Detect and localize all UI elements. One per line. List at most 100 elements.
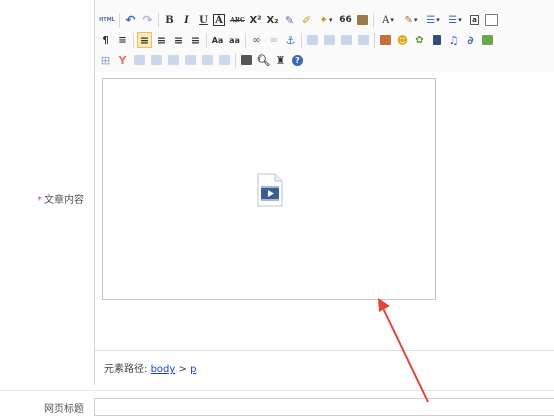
select-all-button[interactable]: a [467, 12, 482, 28]
smiley-icon: ☻ [396, 33, 409, 47]
content-label-text: 文章内容 [44, 195, 84, 206]
blockquote-button[interactable]: 66 [338, 12, 353, 28]
redo-button[interactable]: ↷ [140, 12, 155, 28]
superscript-button[interactable]: X² [248, 12, 263, 28]
separator [374, 32, 375, 48]
magic-icon: ✦ [319, 14, 328, 26]
search-replace-button[interactable]: ♜ [273, 52, 288, 68]
image-right-button[interactable] [339, 32, 354, 48]
justify-button[interactable]: ≡ [188, 32, 203, 48]
eraser-icon: ✎ [284, 13, 295, 27]
path-body-link[interactable]: body [151, 364, 176, 375]
delete-col-button[interactable] [183, 52, 198, 68]
row-icon [134, 55, 145, 65]
annotation-arrow [378, 298, 429, 403]
element-path-label: 元素路径: [104, 364, 148, 375]
align-right-button[interactable]: ≡ [171, 32, 186, 48]
unordered-list-button[interactable]: ☰ [445, 12, 465, 28]
required-mark: * [37, 195, 42, 206]
film-icon [432, 35, 441, 45]
redo-icon: ↷ [142, 13, 153, 27]
insert-col-button[interactable] [166, 52, 181, 68]
insert-video-button[interactable] [429, 32, 444, 48]
separator [133, 32, 134, 48]
font-color-button[interactable]: A [377, 12, 399, 28]
print-button[interactable] [239, 52, 254, 68]
layout-left-icon [324, 35, 335, 45]
align-left-button[interactable]: ≡ [137, 32, 152, 48]
indent-icon: ≡ [118, 34, 127, 46]
merge-icon [202, 55, 213, 65]
video-placeholder[interactable] [102, 78, 436, 300]
highlighter-icon: ✎ [404, 14, 413, 26]
rich-text-editor: HTML ↶ ↷ B I U A ABC X² X₂ ✎ ✐ ✦ 66 A ✎ … [94, 0, 554, 385]
bold-button[interactable]: B [162, 12, 177, 28]
format-painter-button[interactable]: ✐ [299, 12, 314, 28]
anchor-button[interactable]: ⚓ [283, 32, 298, 48]
insert-row-button[interactable] [132, 52, 147, 68]
image-none-button[interactable] [305, 32, 320, 48]
eraser-button[interactable]: ✎ [282, 12, 297, 28]
separator [373, 12, 374, 28]
music-button[interactable]: ♫ [446, 32, 461, 48]
undo-button[interactable]: ↶ [123, 12, 138, 28]
strikethrough-button[interactable]: ABC [229, 12, 246, 28]
insert-image-button[interactable] [378, 32, 393, 48]
align-left-icon: ≡ [139, 33, 150, 47]
page-title-input[interactable] [94, 398, 554, 416]
delete-row-button[interactable] [149, 52, 164, 68]
col-delete-icon [185, 55, 196, 65]
editor-toolbar: HTML ↶ ↷ B I U A ABC X² X₂ ✎ ✐ ✦ 66 A ✎ … [95, 0, 554, 72]
printer-icon [241, 55, 252, 65]
scrawl-button[interactable]: ✿ [412, 32, 427, 48]
scrawl-icon: ✿ [415, 34, 424, 46]
unlink-icon: ∞ [269, 34, 278, 46]
split-cells-button[interactable] [217, 52, 232, 68]
auto-format-button[interactable]: ✦ [316, 12, 336, 28]
brush-icon: ✐ [301, 13, 312, 27]
row-delete-icon [151, 55, 162, 65]
element-path-bar: 元素路径: body > p [95, 350, 554, 385]
font-border-button[interactable]: A [213, 14, 225, 26]
subscript-button[interactable]: X₂ [265, 12, 280, 28]
video-file-icon [257, 173, 283, 207]
align-center-button[interactable]: ≡ [154, 32, 169, 48]
layout-center-icon [358, 35, 369, 45]
align-center-icon: ≡ [156, 33, 167, 47]
delete-table-button[interactable]: Y [115, 52, 130, 68]
clear-doc-button[interactable] [484, 12, 499, 28]
insert-table-button[interactable]: ⊞ [98, 52, 113, 68]
background-color-button[interactable]: ✎ [401, 12, 421, 28]
path-p-link[interactable]: p [190, 364, 196, 375]
lowercase-button[interactable]: aa [227, 32, 242, 48]
separator [206, 32, 207, 48]
unlink-button[interactable]: ∞ [266, 32, 281, 48]
image-left-button[interactable] [322, 32, 337, 48]
path-separator: > [178, 364, 187, 375]
ordered-list-button[interactable]: ☰ [423, 12, 443, 28]
ordered-list-icon: ☰ [426, 14, 436, 26]
merge-cells-button[interactable] [200, 52, 215, 68]
toolbar-row-2: ¶ ≡ ≡ ≡ ≡ ≡ Aa aa ∞ ∞ ⚓ ☻ ✿ ♫ ∂ [98, 31, 497, 49]
indent-button[interactable]: ≡ [115, 32, 130, 48]
italic-button[interactable]: I [179, 12, 194, 28]
html-source-button[interactable]: HTML [98, 12, 116, 28]
row-divider [0, 390, 554, 391]
paragraph-direction-button[interactable]: ¶ [98, 32, 113, 48]
editor-content-area[interactable] [95, 72, 554, 350]
insert-picture-button[interactable] [480, 32, 495, 48]
paste-plain-button[interactable] [355, 12, 370, 28]
underline-button[interactable]: U [196, 12, 211, 28]
uppercase-button[interactable]: Aa [210, 32, 225, 48]
undo-icon: ↶ [125, 13, 136, 27]
link-icon: ∞ [252, 34, 261, 46]
image-center-button[interactable] [356, 32, 371, 48]
link-button[interactable]: ∞ [249, 32, 264, 48]
emotion-button[interactable]: ☻ [395, 32, 410, 48]
attachment-button[interactable]: ∂ [463, 32, 478, 48]
help-button[interactable]: ? [290, 52, 305, 68]
separator [301, 32, 302, 48]
preview-button[interactable]: 🔍︎ [256, 52, 271, 68]
layout-right-icon [341, 35, 352, 45]
table-icon: ⊞ [100, 53, 111, 67]
